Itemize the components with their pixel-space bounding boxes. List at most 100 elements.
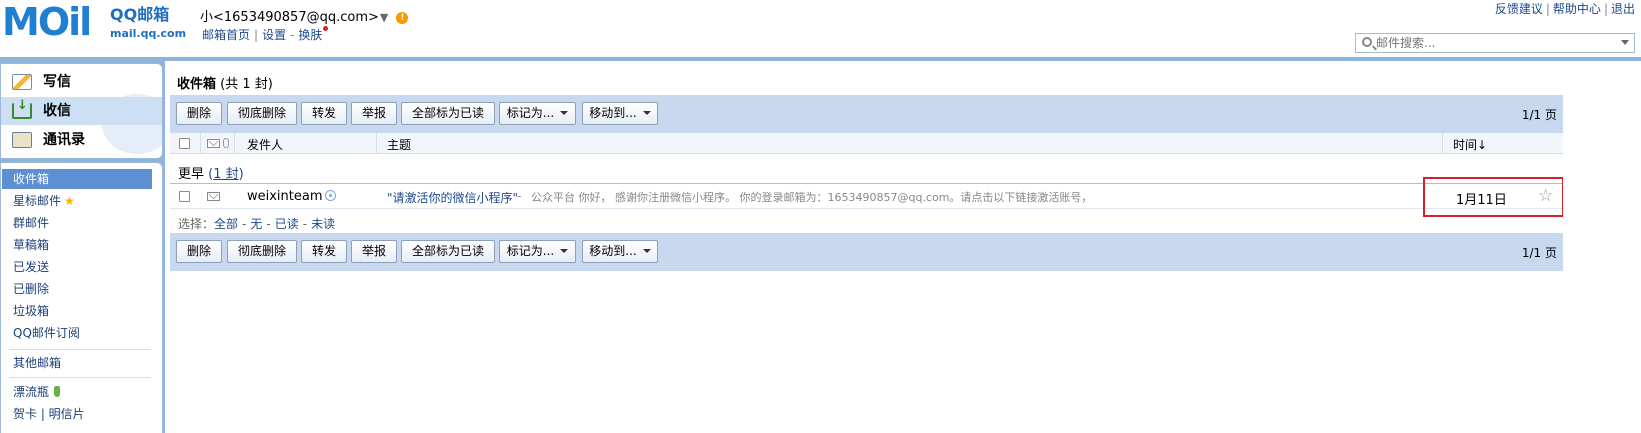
notification-dot-icon [323, 26, 329, 31]
help-center-link[interactable]: 帮助中心 [1553, 2, 1601, 16]
mark-as-dropdown[interactable]: 标记为... [499, 102, 576, 125]
star-icon: ★ [64, 194, 75, 208]
compose-button[interactable]: 写信 [1, 68, 162, 96]
settings-link[interactable]: 设置 [262, 28, 286, 42]
page-title: 收件箱 (共 1 封) [177, 73, 273, 92]
delete-permanent-button[interactable]: 彻底删除 [227, 102, 297, 125]
folder-label: 贺卡 | 明信片 [13, 407, 85, 421]
link-separator: | [254, 28, 259, 42]
column-time[interactable]: 时间↓ [1453, 136, 1487, 153]
search-input[interactable] [1376, 35, 1606, 51]
toolbar-bottom: 删除 彻底删除 转发 举报 全部标为已读 标记为... 移动到... 1/1 页 [170, 233, 1563, 271]
folder-cards[interactable]: 贺卡 | 明信片 [2, 404, 152, 424]
move-to-label: 移动到... [589, 244, 637, 258]
bottle-icon [54, 386, 61, 397]
report-button[interactable]: 举报 [351, 102, 397, 125]
folder-label: QQ邮件订阅 [13, 326, 80, 340]
mark-as-label: 标记为... [506, 244, 555, 258]
logout-link[interactable]: 退出 [1611, 2, 1635, 16]
select-unread-link[interactable]: 未读 [311, 217, 335, 231]
group-count-link[interactable]: 1 封 [213, 167, 238, 182]
scrollbar-track[interactable] [1563, 95, 1573, 433]
folder-label: 漂流瓶 [13, 385, 50, 399]
folder-other-mailboxes[interactable]: 其他邮箱 [2, 353, 152, 373]
column-separator [234, 133, 235, 154]
folder-drafts[interactable]: 草稿箱 [2, 235, 152, 255]
group-divider [170, 183, 1563, 184]
search-icon [1362, 37, 1372, 47]
logo-brand-name: QQ邮箱 [110, 5, 170, 24]
folder-label: 收件箱 [13, 172, 50, 186]
folder-inbox[interactable]: 收件箱 [2, 169, 152, 189]
column-sender[interactable]: 发件人 [247, 136, 283, 153]
contacts-icon [12, 132, 32, 148]
contacts-button[interactable]: 通讯录 [1, 126, 162, 154]
folder-list: 收件箱 星标邮件 ★ 群邮件 草稿箱 已发送 已删除 垃圾箱 QQ邮件订阅 其他邮… [0, 162, 163, 433]
folder-starred[interactable]: 星标邮件 ★ [2, 191, 152, 211]
inbox-count: (共 1 封) [220, 77, 273, 92]
delete-button[interactable]: 删除 [176, 240, 222, 263]
folder-label: 星标邮件 [13, 194, 62, 208]
forward-button[interactable]: 转发 [301, 102, 347, 125]
account-label: 小<1653490857@qq.com> [200, 10, 379, 25]
folder-label: 垃圾箱 [13, 304, 50, 318]
report-button[interactable]: 举报 [351, 240, 397, 263]
link-separator: - [290, 28, 295, 42]
folder-label: 其他邮箱 [13, 356, 62, 370]
select-prefix: 选择： [178, 217, 215, 231]
inbox-panel: 收件箱 (共 1 封) 删除 彻底删除 转发 举报 全部标为已读 标记为... … [170, 61, 1641, 433]
account-switcher[interactable]: 小<1653490857@qq.com>▼! [200, 6, 409, 25]
delete-button[interactable]: 删除 [176, 102, 222, 125]
compose-icon [12, 74, 32, 90]
forward-button[interactable]: 转发 [301, 240, 347, 263]
logo-moil-text: MOil [2, 0, 92, 44]
select-none-link[interactable]: 无 [250, 217, 262, 231]
link-separator: - [242, 217, 247, 231]
folder-sent[interactable]: 已发送 [2, 257, 152, 277]
page-indicator: 1/1 页 [1521, 108, 1557, 122]
folder-subscriptions[interactable]: QQ邮件订阅 [2, 323, 152, 343]
toolbar-top: 删除 彻底删除 转发 举报 全部标为已读 标记为... 移动到... 1/1 页 [170, 95, 1563, 133]
change-skin-link[interactable]: 换肤 [298, 28, 322, 42]
mark-as-dropdown[interactable]: 标记为... [499, 240, 576, 263]
feedback-link[interactable]: 反馈建议 [1495, 2, 1543, 16]
folder-label: 草稿箱 [13, 238, 50, 252]
mail-search-box[interactable] [1355, 33, 1635, 53]
folder-deleted[interactable]: 已删除 [2, 279, 152, 299]
move-to-dropdown[interactable]: 移动到... [582, 102, 658, 125]
qq-mail-logo[interactable]: MOil QQ邮箱 mail.qq.com [0, 0, 186, 48]
folder-group-mail[interactable]: 群邮件 [2, 213, 152, 233]
warning-icon[interactable]: ! [396, 12, 409, 24]
chevron-down-icon[interactable]: ▼ [380, 11, 388, 24]
delete-permanent-button[interactable]: 彻底删除 [227, 240, 297, 263]
page-indicator: 1/1 页 [1521, 246, 1557, 260]
group-count[interactable]: (1 封) [208, 167, 244, 182]
mail-subject[interactable]: "请激活你的微信小程序" [387, 189, 518, 206]
select-all-checkbox[interactable] [179, 138, 190, 149]
mail-row-checkbox[interactable] [179, 191, 190, 202]
chevron-down-icon [642, 249, 651, 253]
folder-spam[interactable]: 垃圾箱 [2, 301, 152, 321]
column-separator [376, 133, 377, 154]
mark-all-read-button[interactable]: 全部标为已读 [401, 240, 495, 263]
date-highlight-box [1423, 177, 1564, 217]
select-read-link[interactable]: 已读 [275, 217, 299, 231]
quick-actions: 写信 收信 通讯录 [0, 63, 163, 159]
column-subject[interactable]: 主题 [387, 136, 411, 153]
move-to-dropdown[interactable]: 移动到... [582, 240, 658, 263]
mark-as-label: 标记为... [506, 106, 555, 120]
folder-divider [9, 349, 151, 350]
inbox-icon [12, 99, 32, 119]
mail-sender[interactable]: weixinteam [247, 189, 336, 204]
account-links: 邮箱首页 | 设置 - 换肤 [202, 26, 329, 43]
mark-all-read-button[interactable]: 全部标为已读 [401, 102, 495, 125]
select-options: 选择：全部 - 无 - 已读 - 未读 [178, 215, 335, 232]
mail-preview[interactable]: 公众平台 你好， 感谢你注册微信小程序。 你的登录邮箱为：1653490857@… [531, 189, 1092, 205]
search-dropdown-icon[interactable] [1621, 40, 1629, 45]
group-label-text: 更早 [178, 167, 205, 182]
folder-drift-bottle[interactable]: 漂流瓶 [2, 382, 152, 402]
check-mail-button[interactable]: 收信 [1, 97, 162, 125]
mailbox-home-link[interactable]: 邮箱首页 [202, 28, 250, 42]
mail-row[interactable]: weixinteam "请激活你的微信小程序" - 公众平台 你好， 感谢你注册… [170, 185, 1563, 209]
select-all-link[interactable]: 全部 [214, 217, 238, 231]
